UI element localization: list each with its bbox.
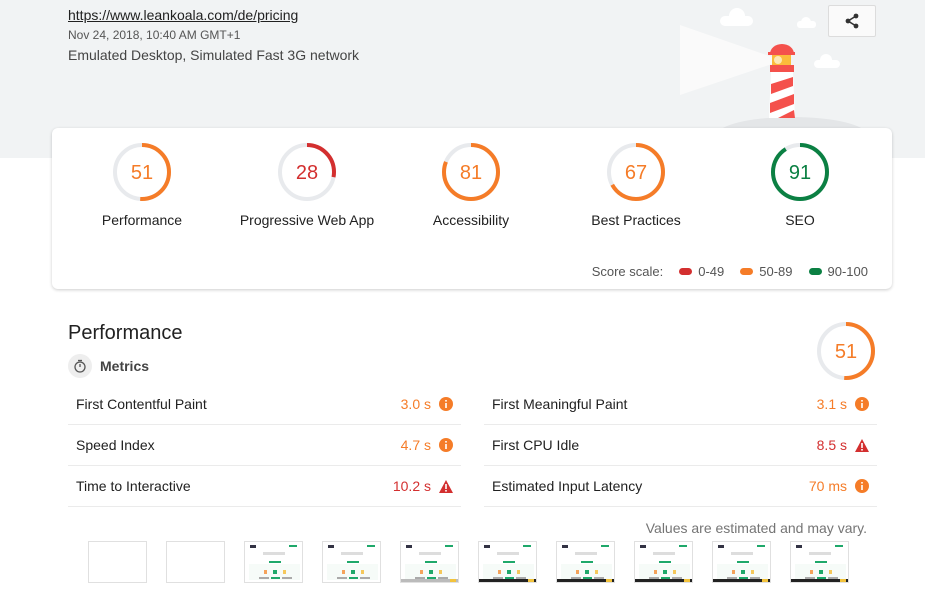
metric-value: 4.7 s	[400, 437, 431, 453]
score-label: SEO	[785, 212, 815, 228]
filmstrip-frame[interactable]	[712, 541, 771, 583]
metric-row: Speed Index 4.7 s	[68, 425, 461, 466]
score-label: Accessibility	[432, 212, 510, 228]
performance-score-gauge: 51	[816, 321, 876, 386]
metrics-column-left: First Contentful Paint 3.0 s Speed Index 4.…	[68, 384, 461, 507]
score-gauge: 81	[442, 143, 500, 201]
lighthouse-illustration	[680, 8, 865, 130]
performance-section-title: Performance	[68, 322, 183, 344]
metric-name: First CPU Idle	[492, 437, 580, 453]
metric-value-group: 10.2 s	[393, 478, 453, 494]
filmstrip-frame[interactable]	[790, 541, 849, 583]
gauge-accessibility[interactable]: 81 Accessibility	[391, 142, 551, 228]
metric-value: 3.1 s	[816, 396, 847, 412]
filmstrip-frame[interactable]	[322, 541, 381, 583]
filmstrip-frame[interactable]	[556, 541, 615, 583]
estimate-footnote: Values are estimated and may vary.	[645, 520, 867, 536]
score-label: Progressive Web App	[239, 212, 375, 228]
environment-info: Emulated Desktop, Simulated Fast 3G netw…	[68, 47, 360, 63]
scale-item-pass: 90-100	[808, 264, 868, 279]
scale-item-average: 50-89	[740, 264, 793, 279]
score-scale-label: Score scale:	[591, 264, 664, 279]
score-gauge: 67	[607, 143, 665, 201]
metrics-column-right: First Meaningful Paint 3.1 s First CPU Idl…	[484, 384, 877, 507]
stopwatch-icon	[68, 354, 92, 378]
cloud-icon	[814, 54, 840, 68]
metric-value: 3.0 s	[400, 396, 431, 412]
metric-value: 8.5 s	[816, 437, 847, 453]
metric-value-group: 3.0 s	[401, 396, 453, 412]
filmstrip-frame[interactable]	[244, 541, 303, 583]
pass-pill-icon	[808, 268, 822, 275]
score-scale-legend: Score scale: 0-49 50-89 90-100	[592, 264, 868, 279]
gauge-best-practices[interactable]: 67 Best Practices	[556, 142, 716, 228]
light-beam	[680, 25, 775, 95]
metric-row: First CPU Idle 8.5 s	[484, 425, 877, 466]
fail-pill-icon	[679, 268, 693, 275]
metrics-label: Metrics	[100, 358, 150, 374]
score-gauge: 91	[771, 143, 829, 201]
metric-value-group: 70 ms	[809, 478, 869, 494]
warning-icon	[439, 479, 453, 493]
metric-row: First Meaningful Paint 3.1 s	[484, 384, 877, 425]
filmstrip	[88, 541, 849, 583]
gauge-performance[interactable]: 51 Performance	[62, 142, 222, 228]
filmstrip-frame[interactable]	[166, 541, 225, 583]
metric-row: First Contentful Paint 3.0 s	[68, 384, 461, 425]
metric-name: First Meaningful Paint	[492, 396, 628, 412]
filmstrip-frame[interactable]	[478, 541, 537, 583]
score-label: Performance	[101, 212, 183, 228]
scale-range: 90-100	[827, 264, 868, 279]
metric-name: Time to Interactive	[76, 478, 191, 494]
score-value: 67	[625, 162, 647, 184]
cloud-icon	[720, 8, 753, 26]
metric-value: 70 ms	[808, 478, 847, 494]
info-icon	[855, 397, 869, 411]
filmstrip-frame[interactable]	[400, 541, 459, 583]
share-button[interactable]	[828, 5, 876, 37]
score-value: 91	[789, 162, 811, 184]
metric-value: 10.2 s	[392, 478, 431, 494]
metric-value-group: 4.7 s	[401, 437, 453, 453]
metric-value-group: 8.5 s	[817, 437, 869, 453]
metric-name: Estimated Input Latency	[492, 478, 643, 494]
gauge-pwa[interactable]: 28 Progressive Web App	[227, 142, 387, 228]
info-icon	[439, 397, 453, 411]
metric-name: First Contentful Paint	[76, 396, 207, 412]
average-pill-icon	[740, 268, 754, 275]
score-gauge: 28	[278, 143, 336, 201]
score-label: Best Practices	[591, 212, 681, 228]
score-value: 51	[835, 341, 857, 363]
metric-name: Speed Index	[76, 437, 155, 453]
metric-row: Estimated Input Latency 70 ms	[484, 466, 877, 507]
report-timestamp: Nov 24, 2018, 10:40 AM GMT+1	[68, 28, 241, 42]
filmstrip-frame[interactable]	[88, 541, 147, 583]
score-value: 28	[296, 162, 318, 184]
metrics-header: Metrics	[68, 354, 149, 378]
share-icon	[845, 13, 859, 29]
scale-range: 50-89	[759, 264, 793, 279]
gauge-seo[interactable]: 91 SEO	[720, 142, 880, 228]
info-icon	[855, 479, 869, 493]
warning-icon	[855, 438, 869, 452]
cloud-icon	[797, 17, 816, 28]
score-gauge: 51	[113, 143, 171, 201]
info-icon	[439, 438, 453, 452]
score-gauge: 51	[817, 322, 875, 380]
metric-row: Time to Interactive 10.2 s	[68, 466, 461, 507]
metric-value-group: 3.1 s	[817, 396, 869, 412]
page-url-link[interactable]: https://www.leankoala.com/de/pricing	[68, 7, 298, 23]
scale-range: 0-49	[698, 264, 725, 279]
score-value: 81	[460, 162, 482, 184]
scale-item-fail: 0-49	[679, 264, 724, 279]
filmstrip-frame[interactable]	[634, 541, 693, 583]
score-value: 51	[131, 162, 153, 184]
category-scores-card: 51 Performance 28 Progressive Web App 81…	[52, 128, 892, 289]
